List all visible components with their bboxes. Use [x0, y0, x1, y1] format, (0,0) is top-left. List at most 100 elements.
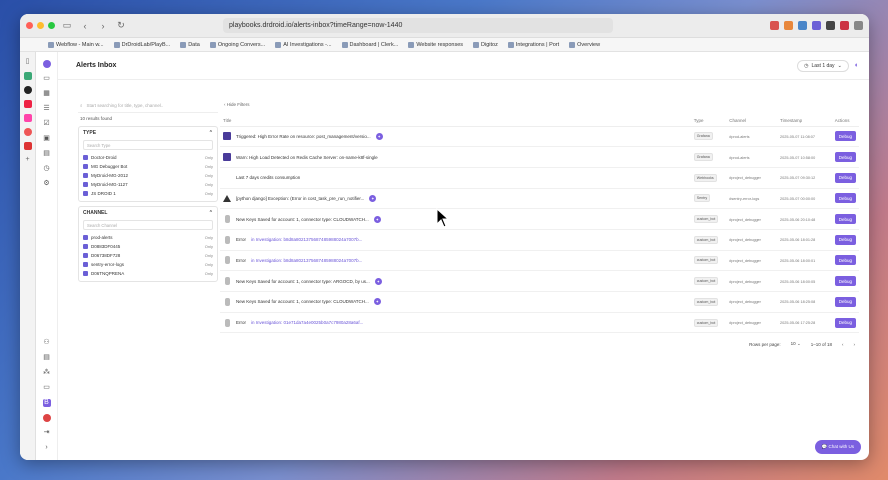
bookmark-item[interactable]: Website responses [408, 41, 463, 48]
channel-filter-item[interactable]: D06738DF728 Only [83, 251, 213, 260]
debug-button[interactable]: Debug [834, 317, 856, 328]
extension-icon[interactable] [826, 21, 835, 30]
users-icon[interactable]: ⚇ [43, 339, 51, 347]
clock-icon[interactable]: ◷ [43, 165, 51, 173]
avatar[interactable] [42, 414, 51, 422]
debug-button[interactable]: Debug [834, 193, 856, 204]
column-header-channel[interactable]: Channel [726, 115, 777, 127]
extension-icon[interactable] [784, 21, 793, 30]
extension-icon[interactable] [798, 21, 807, 30]
bookmark-item[interactable]: AI Investigations -... [275, 41, 332, 48]
investigation-link[interactable]: in Investigation: 01e71da7a4e0025b0a7c79… [251, 320, 363, 325]
app-icon[interactable] [23, 114, 32, 122]
table-row[interactable]: Error in Investigation: 01e71da7a4e0025b… [220, 312, 859, 334]
app-icon[interactable] [23, 142, 32, 150]
address-bar[interactable]: playbooks.drdroid.io/alerts-inbox?timeRa… [223, 18, 613, 33]
back-icon[interactable]: ‹ [79, 21, 91, 31]
checkbox[interactable] [83, 155, 88, 160]
app-icon[interactable] [23, 128, 32, 136]
chevron-up-icon[interactable]: ⌃ [209, 130, 213, 136]
type-search-input[interactable]: Search Type [83, 140, 213, 150]
debug-button[interactable]: Debug [834, 234, 856, 245]
bookmark-item[interactable]: Overview [569, 41, 600, 48]
type-filter-item[interactable]: MyDroid-MG-1127 Only [83, 180, 213, 189]
debug-button[interactable]: Debug [834, 172, 856, 183]
debug-button[interactable]: Debug [834, 152, 856, 163]
bookmark-item[interactable]: Data [180, 41, 200, 48]
bookmark-item[interactable]: DrDroidLab/PlayB... [113, 41, 170, 48]
minimize-window-button[interactable] [37, 22, 44, 29]
ai-badge-icon[interactable]: ✦ [373, 298, 381, 306]
table-row[interactable]: Warn: High Load Detected on Redis Cache … [220, 146, 859, 168]
channel-filter-item[interactable]: D06TNQPRENA Only [83, 269, 213, 278]
logo-icon[interactable] [42, 60, 51, 68]
type-filter-item[interactable]: MG Debugger Bot Only [83, 162, 213, 171]
close-window-button[interactable] [26, 22, 33, 29]
bookmark-item[interactable]: Digitoz [473, 41, 498, 48]
table-row[interactable]: New Keys Saved for account: 1, connector… [220, 208, 859, 230]
channel-search-input[interactable]: Search Channel [83, 220, 213, 230]
table-row[interactable]: Error in Investigation: b8d8a80213756874… [220, 229, 859, 251]
type-filter-item[interactable]: Doctor-Droid Only [83, 153, 213, 162]
checkbox[interactable] [83, 182, 88, 187]
checkbox[interactable] [83, 191, 88, 196]
rows-per-page-select[interactable]: 10 ⌄ [791, 341, 801, 347]
checkbox[interactable] [83, 164, 88, 169]
next-page-icon[interactable]: › [854, 342, 856, 347]
zoom-window-button[interactable] [48, 22, 55, 29]
workspace-icon[interactable]: B [42, 399, 51, 407]
integrations-icon[interactable]: ⁂ [43, 369, 51, 377]
extension-icon[interactable] [770, 21, 779, 30]
investigation-link[interactable]: in Investigation: b8d8a80213756874859880… [251, 237, 362, 242]
bookmark-item[interactable]: Integrations | Port [507, 41, 559, 48]
forward-icon[interactable]: › [97, 21, 109, 31]
checkbox[interactable] [83, 253, 88, 258]
chat-button[interactable]: 💬 Chat with Us [814, 440, 861, 454]
channel-filter-item[interactable]: D0883DF0445 Only [83, 242, 213, 251]
bookmark-item[interactable]: Ongoing Convers... [209, 41, 265, 48]
ai-badge-icon[interactable]: ✦ [373, 215, 381, 223]
investigation-link[interactable]: in Investigation: b8d8a80213756874859880… [251, 258, 362, 263]
debug-button[interactable]: Debug [834, 255, 856, 266]
profile-icon[interactable] [840, 21, 849, 30]
expand-icon[interactable]: › [43, 444, 51, 452]
folder-icon[interactable]: ▭ [43, 384, 51, 392]
table-row[interactable]: [python django] Exception: (Error in cos… [220, 188, 859, 210]
table-row[interactable]: Last 7 days credits consumption Webhooks #… [220, 167, 859, 189]
debug-button[interactable]: Debug [834, 296, 856, 307]
list-icon[interactable]: ☰ [43, 105, 51, 113]
document-icon[interactable]: ▤ [43, 150, 51, 158]
reload-icon[interactable]: ↻ [115, 20, 127, 31]
sidebar-toggle-icon[interactable]: ▭ [61, 20, 73, 31]
settings-icon[interactable]: ⚙ [43, 180, 51, 188]
channel-filter-item[interactable]: sentry-error-logs Only [83, 260, 213, 269]
menu-icon[interactable] [854, 21, 863, 30]
docs-icon[interactable]: ▤ [43, 354, 51, 362]
debug-button[interactable]: Debug [834, 131, 856, 142]
bookmark-item[interactable]: Webflow - Main w... [48, 41, 104, 48]
app-icon[interactable] [23, 72, 32, 80]
grid-icon[interactable]: ▦ [43, 90, 51, 98]
app-icon[interactable] [23, 100, 32, 108]
chevron-up-icon[interactable]: ⌃ [209, 210, 213, 216]
type-filter-item[interactable]: MyDroid-MG-2012 Only [83, 171, 213, 180]
search-input[interactable]: ⌕ Start searching for title, type, chann… [78, 99, 218, 113]
column-header-timestamp[interactable]: Timestamp [777, 115, 832, 127]
time-range-selector[interactable]: ◷ Last 1 day ⌄ [797, 59, 849, 72]
prev-page-icon[interactable]: ‹ [842, 342, 844, 347]
column-header-title[interactable]: Title [220, 115, 691, 127]
checkbox[interactable] [83, 244, 88, 249]
ai-badge-icon[interactable]: ✦ [374, 277, 382, 285]
checkbox[interactable] [83, 173, 88, 178]
debug-button[interactable]: Debug [834, 276, 856, 287]
column-header-type[interactable]: Type [690, 115, 727, 127]
bookmark-item[interactable]: Dashboard | Clerk... [341, 41, 398, 48]
table-row[interactable]: Triggered: High Error Rate on resource: … [220, 126, 859, 148]
check-icon[interactable]: ☑ [43, 120, 51, 128]
logout-icon[interactable]: ⇥ [43, 429, 51, 437]
ai-badge-icon[interactable]: ✦ [369, 194, 377, 202]
debug-button[interactable]: Debug [834, 214, 856, 225]
extension-icon[interactable] [812, 21, 821, 30]
checkbox[interactable] [83, 235, 88, 240]
add-icon[interactable]: + [24, 156, 32, 164]
